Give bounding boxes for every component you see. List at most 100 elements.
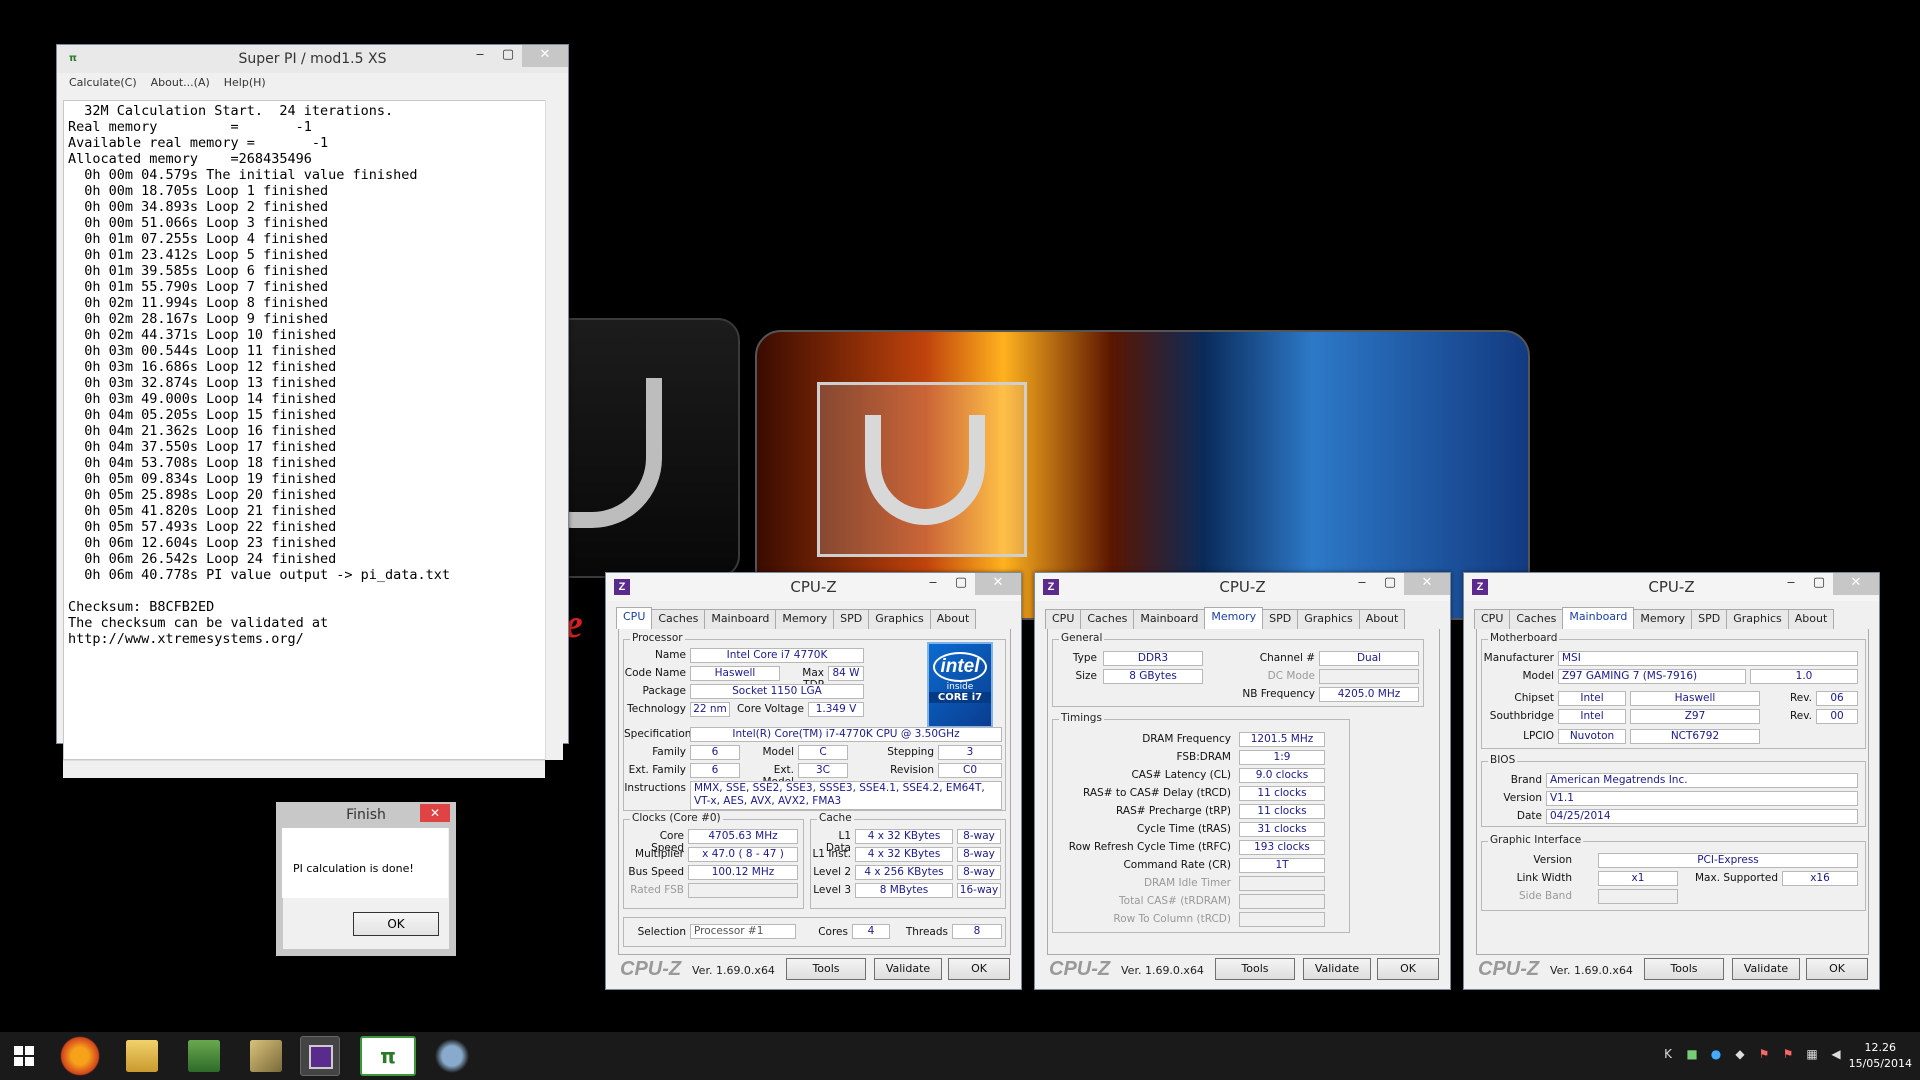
action-center-icon[interactable]: ⚑ xyxy=(1780,1046,1796,1062)
instructions-label: Instructions xyxy=(624,782,686,794)
tools-button[interactable]: Tools xyxy=(786,958,866,980)
cpuz-version: Ver. 1.69.0.x64 xyxy=(1550,964,1633,977)
minimize-button[interactable]: ‒ xyxy=(919,573,947,595)
tab-cpu[interactable]: CPU xyxy=(1045,609,1082,629)
ok-button[interactable]: OK xyxy=(948,958,1010,980)
network-app-icon[interactable]: ■ xyxy=(1684,1046,1700,1062)
cpuz-tabs: CPU Caches Mainboard Memory SPD Graphics… xyxy=(616,607,977,629)
tab-about[interactable]: About xyxy=(1787,609,1835,629)
finish-close-button[interactable]: ✕ xyxy=(420,804,450,822)
ok-button[interactable]: OK xyxy=(1377,958,1439,980)
validate-button[interactable]: Validate xyxy=(1732,958,1800,980)
maximize-button[interactable]: ▢ xyxy=(494,45,522,67)
processor-select[interactable]: Processor #1 xyxy=(690,924,796,939)
close-button[interactable]: ✕ xyxy=(975,573,1021,595)
tray-app-icon[interactable]: ◆ xyxy=(1732,1046,1748,1062)
bluetooth-icon[interactable]: ● xyxy=(1708,1046,1724,1062)
tools-button[interactable]: Tools xyxy=(1215,958,1295,980)
cpuz-taskbar-icon[interactable] xyxy=(300,1036,340,1076)
timing-label: Row To Column (tRCD) xyxy=(1113,913,1231,925)
tab-graphics[interactable]: Graphics xyxy=(1297,609,1360,629)
chipset-name-value: Haswell xyxy=(1630,691,1760,706)
cpuz-titlebar[interactable]: Z CPU-Z ‒ ▢ ✕ xyxy=(1464,573,1879,601)
tab-mainboard[interactable]: Mainboard xyxy=(1133,609,1206,629)
tab-caches[interactable]: Caches xyxy=(651,609,706,629)
file-explorer-icon[interactable] xyxy=(126,1040,158,1072)
gi-version-label: Version xyxy=(1533,854,1572,866)
tab-about[interactable]: About xyxy=(929,609,977,629)
tab-spd[interactable]: SPD xyxy=(833,609,870,629)
bios-date-value: 04/25/2014 xyxy=(1546,809,1858,824)
hardware-monitor-icon[interactable] xyxy=(188,1040,220,1072)
southbridge-name-value: Z97 xyxy=(1630,709,1760,724)
tab-memory[interactable]: Memory xyxy=(1204,607,1264,629)
horizontal-scrollbar[interactable] xyxy=(63,760,545,778)
tab-graphics[interactable]: Graphics xyxy=(1726,609,1789,629)
taskbar: π K ■ ● ◆ ⚑ ⚑ ▦ ◀ 12.26 15/05/2014 xyxy=(0,1032,1920,1080)
close-button[interactable]: ✕ xyxy=(522,45,568,67)
tool-icon[interactable] xyxy=(250,1040,282,1072)
tab-memory[interactable]: Memory xyxy=(1633,609,1693,629)
minimize-button[interactable]: ‒ xyxy=(1348,573,1376,595)
tab-mainboard[interactable]: Mainboard xyxy=(1562,607,1635,629)
ok-button[interactable]: OK xyxy=(1806,958,1868,980)
finish-titlebar[interactable]: Finish ✕ xyxy=(276,802,456,828)
superpi-output-area[interactable]: 32M Calculation Start. 24 iterations. Re… xyxy=(63,100,553,760)
system-clock[interactable]: 12.26 15/05/2014 xyxy=(1849,1040,1912,1072)
tab-cpu[interactable]: CPU xyxy=(616,607,653,629)
name-label: Name xyxy=(655,649,686,661)
cpuz-app-icon: Z xyxy=(1472,579,1488,595)
vertical-scrollbar[interactable] xyxy=(545,100,563,760)
maximize-button[interactable]: ▢ xyxy=(1376,573,1404,595)
windows-icon xyxy=(14,1046,34,1066)
tab-cpu[interactable]: CPU xyxy=(1474,609,1511,629)
timing-label: Command Rate (CR) xyxy=(1123,859,1231,871)
tab-caches[interactable]: Caches xyxy=(1080,609,1135,629)
tab-about[interactable]: About xyxy=(1358,609,1406,629)
flag-icon[interactable]: ⚑ xyxy=(1756,1046,1772,1062)
start-button[interactable] xyxy=(4,1036,44,1076)
minimize-button[interactable]: ‒ xyxy=(1777,573,1805,595)
maximize-button[interactable]: ▢ xyxy=(1805,573,1833,595)
minimize-button[interactable]: ‒ xyxy=(466,45,494,67)
tools-button[interactable]: Tools xyxy=(1644,958,1724,980)
intel-core-text: CORE i7 xyxy=(929,692,991,703)
intel-inside-text: inside xyxy=(946,682,974,692)
cpuz-titlebar[interactable]: Z CPU-Z ‒ ▢ ✕ xyxy=(606,573,1021,601)
threads-value: 8 xyxy=(952,924,1002,939)
chipset-value: Intel xyxy=(1558,691,1626,706)
nbfrequency-label: NB Frequency xyxy=(1242,688,1315,700)
menu-calculate[interactable]: Calculate(C) xyxy=(69,73,137,93)
tab-spd[interactable]: SPD xyxy=(1262,609,1299,629)
superpi-titlebar[interactable]: π Super PI / mod1.5 XS ‒ ▢ ✕ xyxy=(57,45,568,73)
maximize-button[interactable]: ▢ xyxy=(947,573,975,595)
menu-help[interactable]: Help(H) xyxy=(224,73,266,93)
cpuz-titlebar[interactable]: Z CPU-Z ‒ ▢ ✕ xyxy=(1035,573,1450,601)
validate-button[interactable]: Validate xyxy=(1303,958,1371,980)
cpuz-mainboard-window: Z CPU-Z ‒ ▢ ✕ CPU Caches Mainboard Memory … xyxy=(1463,572,1880,990)
level2-label: Level 2 xyxy=(813,866,851,878)
tab-caches[interactable]: Caches xyxy=(1509,609,1564,629)
speedfan-icon[interactable] xyxy=(432,1036,472,1076)
size-value: 8 GBytes xyxy=(1103,669,1203,684)
close-button[interactable]: ✕ xyxy=(1833,573,1879,595)
validate-button[interactable]: Validate xyxy=(874,958,942,980)
busspeed-value: 100.12 MHz xyxy=(688,865,798,880)
southbridge-rev-label: Rev. xyxy=(1789,710,1812,722)
superpi-menubar: Calculate(C) About...(A) Help(H) xyxy=(57,73,568,93)
tab-mainboard[interactable]: Mainboard xyxy=(704,609,777,629)
extfamily-label: Ext. Family xyxy=(628,764,686,776)
busspeed-label: Bus Speed xyxy=(628,866,684,878)
network-icon[interactable]: ▦ xyxy=(1804,1046,1820,1062)
keyboard-icon[interactable]: K xyxy=(1660,1046,1676,1062)
firefox-icon[interactable] xyxy=(60,1036,100,1076)
superpi-taskbar-icon[interactable]: π xyxy=(360,1036,416,1076)
finish-ok-button[interactable]: OK xyxy=(353,912,439,936)
tab-spd[interactable]: SPD xyxy=(1691,609,1728,629)
volume-icon[interactable]: ◀ xyxy=(1828,1046,1844,1062)
level3-value: 8 MBytes xyxy=(855,883,953,898)
tab-graphics[interactable]: Graphics xyxy=(868,609,931,629)
close-button[interactable]: ✕ xyxy=(1404,573,1450,595)
menu-about[interactable]: About...(A) xyxy=(151,73,210,93)
tab-memory[interactable]: Memory xyxy=(775,609,835,629)
